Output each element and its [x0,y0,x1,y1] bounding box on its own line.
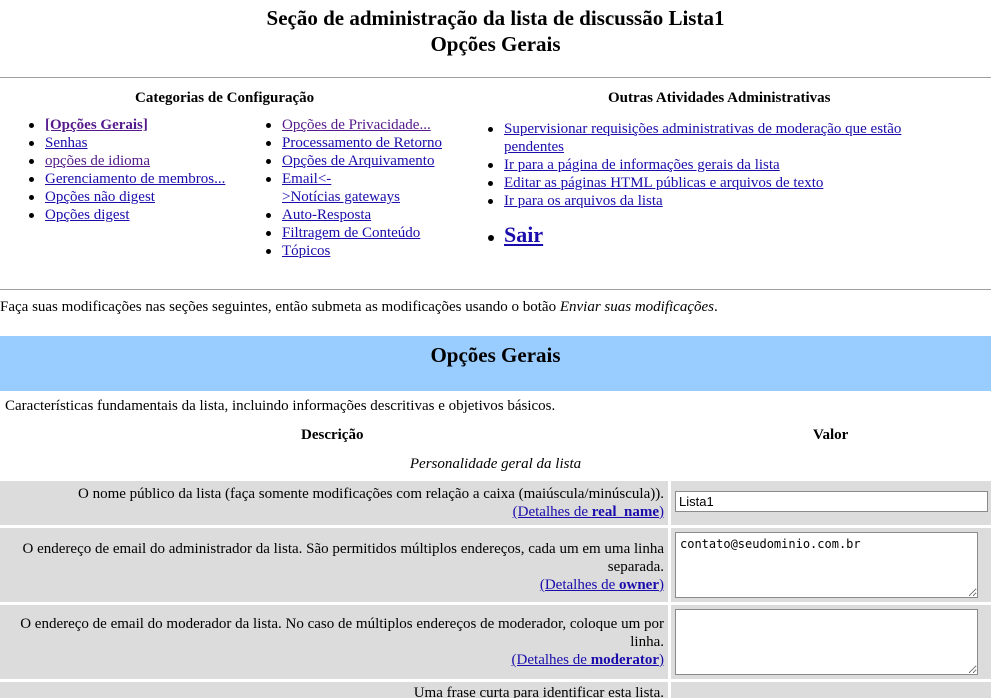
activity-archives[interactable]: Ir para os arquivos da lista [484,192,964,210]
real-name-details-link[interactable]: (Detalhes de real_name) [513,504,664,520]
link-privacy[interactable]: Opções de Privacidade... [282,117,431,133]
moderator-description: O endereço de email do moderador da list… [20,616,664,650]
description-value-cell [671,682,991,698]
page-title-line1: Seção de administração da lista de discu… [266,6,725,30]
menu-item-non-digest[interactable]: Opções não digest [25,188,255,206]
table-row-real-name: O nome público da lista (faça somente mo… [0,481,991,525]
intro-text-main: Faça suas modificações nas seções seguin… [0,299,560,315]
section-title: Opções Gerais [430,343,561,367]
link-passwords[interactable]: Senhas [45,135,88,151]
other-activities-title: Outras Atividades Administrativas [608,90,831,106]
table-row-owner: O endereço de email do administrador da … [0,528,991,602]
details-suffix: ) [659,652,664,668]
owner-description: O endereço de email do administrador da … [22,541,664,575]
page-title: Seção de administração da lista de discu… [0,0,991,57]
link-list-info[interactable]: Ir para a página de informações gerais d… [504,157,780,173]
menu-item-archive[interactable]: Opções de Arquivamento [262,152,472,170]
details-key: real_name [591,504,659,520]
link-bounce[interactable]: Processamento de Retorno [282,135,442,151]
menu-item-gateway[interactable]: Email<- >Notícias gateways [262,170,472,206]
table-row-description: Uma frase curta para identificar esta li… [0,682,991,698]
details-key: moderator [590,652,659,668]
owner-details-link[interactable]: (Detalhes de owner) [540,577,664,593]
moderator-description-cell: O endereço de email do moderador da list… [0,605,668,679]
link-language-options[interactable]: opções de idioma [45,153,150,169]
section-description: Características fundamentais da lista, i… [5,398,556,414]
config-categories-title: Categorias de Configuração [135,90,315,106]
menu-item-member-management[interactable]: Gerenciamento de membros... [25,170,255,188]
real-name-description: O nome público da lista (faça somente mo… [77,486,664,502]
other-activities-list: Supervisionar requisições administrativa… [484,120,964,248]
link-topics[interactable]: Tópicos [282,243,330,259]
menu-item-topics[interactable]: Tópicos [262,242,472,260]
top-divider [0,77,991,78]
menu-item-general-options[interactable]: [Opções Gerais] [25,116,255,134]
activity-moderation[interactable]: Supervisionar requisições administrativa… [484,120,964,156]
moderator-textarea[interactable] [675,609,978,675]
menu-item-passwords[interactable]: Senhas [25,134,255,152]
middle-divider [0,289,991,290]
details-prefix: (Detalhes de [511,652,591,668]
group-header: Personalidade geral da lista [409,456,582,472]
moderator-details-link[interactable]: (Detalhes de moderator) [512,652,664,668]
link-digest[interactable]: Opções digest [45,207,130,223]
menu-item-privacy[interactable]: Opções de Privacidade... [262,116,472,134]
menu-item-bounce[interactable]: Processamento de Retorno [262,134,472,152]
details-prefix: (Detalhes de [539,577,619,593]
description-description: Uma frase curta para identificar esta li… [413,685,664,698]
link-edit-html[interactable]: Editar as páginas HTML públicas e arquiv… [504,175,823,191]
owner-description-cell: O endereço de email do administrador da … [0,528,668,602]
link-general-options[interactable]: [Opções Gerais] [45,117,148,133]
link-autoreply[interactable]: Auto-Resposta [282,207,371,223]
section-banner: Opções Gerais [0,336,991,391]
link-archive[interactable]: Opções de Arquivamento [282,153,434,169]
details-prefix: (Detalhes de [512,504,592,520]
link-member-management[interactable]: Gerenciamento de membros... [45,171,225,187]
owner-textarea[interactable]: contato@seudominio.com.br [675,532,978,598]
real-name-value-cell [671,481,991,525]
column-header-description: Descrição [301,427,364,443]
activity-edit-html[interactable]: Editar as páginas HTML públicas e arquiv… [484,174,964,192]
page-title-line2: Opções Gerais [430,32,561,56]
details-key: owner [619,577,659,593]
intro-text-end: . [714,299,718,315]
moderator-value-cell [671,605,991,679]
link-archives[interactable]: Ir para os arquivos da lista [504,193,663,209]
link-non-digest[interactable]: Opções não digest [45,189,155,205]
intro-text: Faça suas modificações nas seções seguin… [0,299,718,316]
intro-button-reference: Enviar suas modificações [559,299,714,315]
real-name-input[interactable] [675,491,988,512]
menu-item-language-options[interactable]: opções de idioma [25,152,255,170]
description-description-cell: Uma frase curta para identificar esta li… [0,682,668,698]
activity-list-info[interactable]: Ir para a página de informações gerais d… [484,156,964,174]
menu-item-autoreply[interactable]: Auto-Resposta [262,206,472,224]
config-categories-col2: Opções de Privacidade... Processamento d… [262,116,472,260]
link-gateway[interactable]: Email<- >Notícias gateways [282,170,400,206]
logout-link[interactable]: Sair [504,222,543,247]
menu-item-content-filter[interactable]: Filtragem de Conteúdo [262,224,472,242]
details-suffix: ) [659,577,664,593]
activity-logout[interactable]: Sair [484,222,964,248]
menu-item-digest[interactable]: Opções digest [25,206,255,224]
owner-value-cell: contato@seudominio.com.br [671,528,991,602]
real-name-description-cell: O nome público da lista (faça somente mo… [0,481,668,525]
link-content-filter[interactable]: Filtragem de Conteúdo [282,225,420,241]
config-categories-col1: [Opções Gerais] Senhas opções de idioma … [25,116,255,224]
link-moderation-requests[interactable]: Supervisionar requisições administrativa… [504,121,901,155]
table-row-moderator: O endereço de email do moderador da list… [0,605,991,679]
column-header-value: Valor [813,427,849,443]
details-suffix: ) [659,504,664,520]
